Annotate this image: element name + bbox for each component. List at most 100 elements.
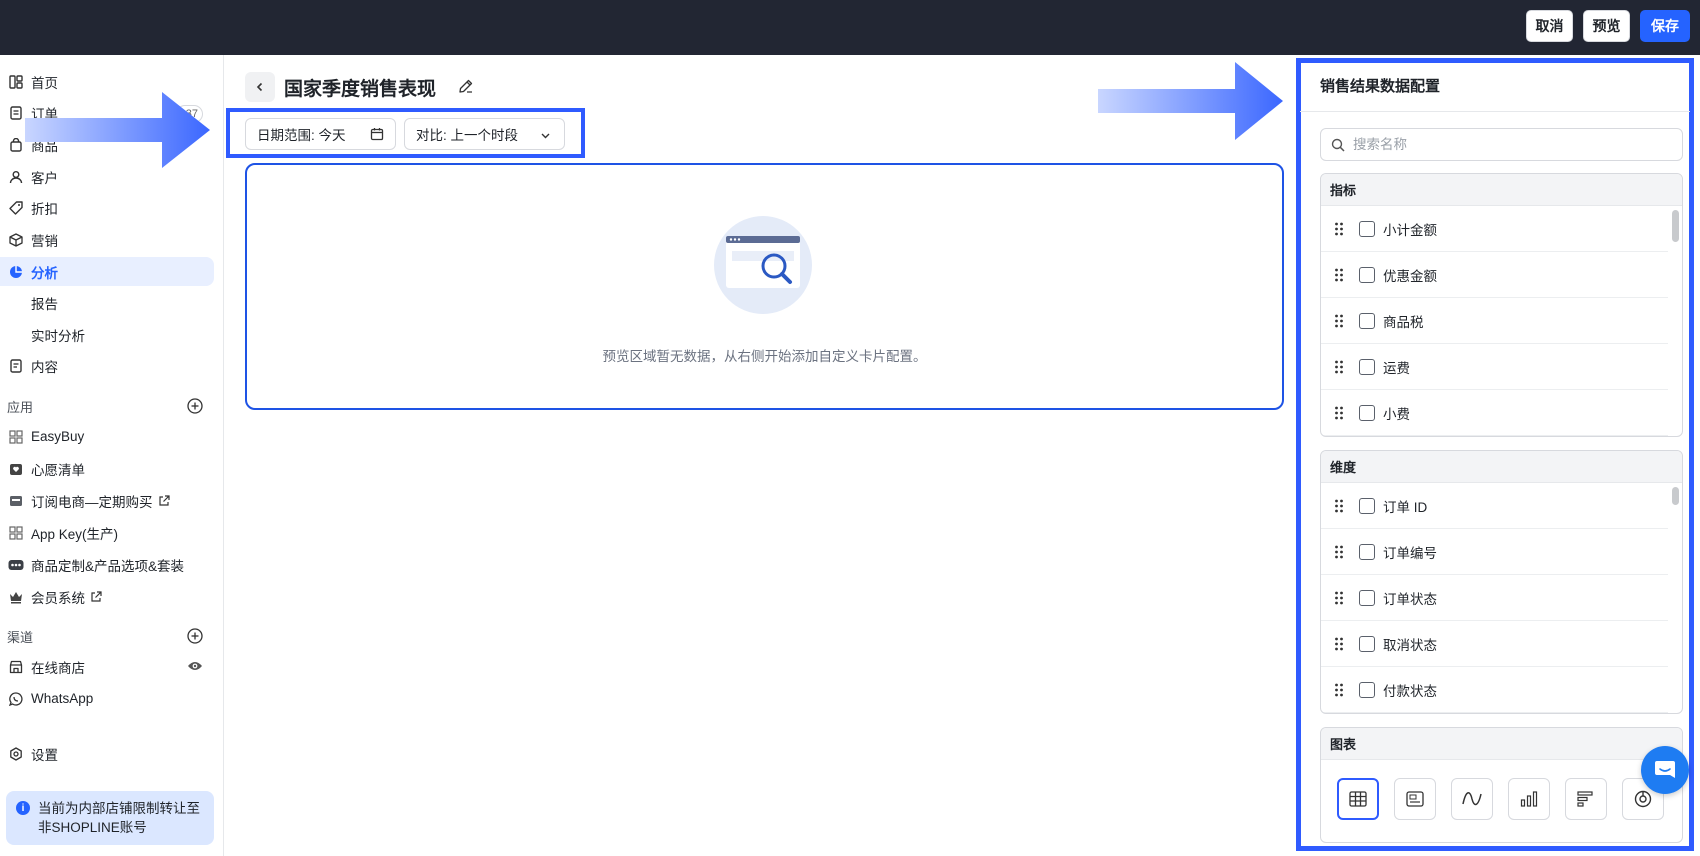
checkbox[interactable] — [1359, 266, 1375, 283]
chart-type-line-chart-button[interactable] — [1451, 778, 1493, 820]
checkbox[interactable] — [1359, 404, 1375, 421]
external-link-icon — [158, 494, 170, 507]
sidebar-item-label: 折扣 — [31, 201, 58, 217]
sidebar-channel-whatsapp[interactable]: WhatsApp — [0, 684, 214, 713]
chart-type-number-card-button[interactable] — [1394, 778, 1436, 820]
checkbox[interactable] — [1359, 358, 1375, 375]
bag-icon — [8, 137, 24, 153]
sidebar-item-label: 内容 — [31, 359, 58, 375]
drag-handle-icon[interactable] — [1334, 268, 1344, 282]
store-icon — [8, 659, 24, 675]
chart-type-horizontal-bar-button[interactable] — [1565, 778, 1607, 820]
sidebar-subitem-realtime[interactable]: 实时分析 — [31, 320, 85, 349]
add-app-button[interactable] — [187, 398, 203, 414]
metric-row[interactable]: 小费 — [1321, 390, 1668, 436]
chevron-down-icon — [540, 129, 551, 144]
search-box[interactable] — [1320, 128, 1683, 161]
chat-icon — [1655, 761, 1675, 778]
drag-handle-icon[interactable] — [1334, 683, 1344, 697]
drag-handle-icon[interactable] — [1334, 360, 1344, 374]
save-button[interactable]: 保存 — [1640, 10, 1690, 42]
metrics-scrollbar[interactable] — [1672, 210, 1679, 242]
metric-label: 优惠金额 — [1383, 268, 1437, 284]
search-input[interactable] — [1353, 137, 1653, 152]
dimension-row[interactable]: 订单编号 — [1321, 529, 1668, 575]
dimension-label: 订单 ID — [1383, 499, 1428, 515]
sidebar-item-label: 首页 — [31, 75, 58, 91]
sidebar-channel-online-store[interactable]: 在线商店 — [0, 652, 214, 681]
plus-circle-icon — [187, 398, 203, 414]
dimension-row[interactable]: 取消状态 — [1321, 621, 1668, 667]
donut-chart-icon — [1634, 790, 1652, 808]
pencil-icon — [459, 79, 473, 93]
drag-handle-icon[interactable] — [1334, 406, 1344, 420]
chat-support-button[interactable] — [1641, 746, 1689, 794]
sidebar-app-easybuy[interactable]: EasyBuy — [0, 422, 214, 451]
checkbox[interactable] — [1359, 543, 1375, 560]
date-range-filter[interactable]: 日期范围: 今天 — [245, 118, 396, 150]
checkbox[interactable] — [1359, 220, 1375, 237]
empty-state-text: 预览区域暂无数据，从右侧开始添加自定义卡片配置。 — [602, 349, 927, 364]
checkbox[interactable] — [1359, 589, 1375, 606]
sidebar-item-label: 商品定制&产品选项&套装 — [31, 558, 185, 574]
sidebar-item-label: 设置 — [31, 747, 58, 763]
add-channel-button[interactable] — [187, 628, 203, 644]
charts-group-title: 图表 — [1321, 728, 1682, 760]
chart-type-table-button[interactable] — [1337, 778, 1379, 820]
metric-row[interactable]: 运费 — [1321, 344, 1668, 390]
checkbox[interactable] — [1359, 681, 1375, 698]
crown-icon — [8, 589, 24, 605]
metric-row[interactable]: 小计金额 — [1321, 206, 1668, 252]
sidebar-item-label: 营销 — [31, 233, 58, 249]
chart-type-bar-chart-button[interactable] — [1508, 778, 1550, 820]
checkbox[interactable] — [1359, 635, 1375, 652]
sidebar-app-customization[interactable]: 商品定制&产品选项&套装 — [0, 550, 214, 579]
metric-row[interactable]: 商品税 — [1321, 298, 1668, 344]
sidebar-app-subscription[interactable]: 订阅电商—定期购买 — [0, 486, 214, 515]
empty-search-illustration — [714, 216, 812, 314]
sidebar-item-label: 分析 — [31, 265, 58, 281]
cancel-button[interactable]: 取消 — [1526, 10, 1573, 42]
sidebar-item-content[interactable]: 内容 — [0, 351, 214, 380]
metric-label: 运费 — [1383, 360, 1410, 376]
sidebar-item-label: App Key(生产) — [31, 526, 119, 542]
metric-label: 小计金额 — [1383, 222, 1437, 238]
metrics-group: 指标 小计金额 优惠金额 商品税 运费 小费 — [1320, 173, 1683, 437]
metric-row[interactable]: 优惠金额 — [1321, 252, 1668, 298]
compare-filter[interactable]: 对比: 上一个时段 — [404, 118, 565, 150]
back-button[interactable] — [245, 72, 275, 102]
sidebar-app-appkey[interactable]: App Key(生产) — [0, 518, 214, 547]
sidebar-subitem-reports[interactable]: 报告 — [31, 288, 58, 317]
sidebar-item-settings[interactable]: 设置 — [0, 739, 214, 768]
subscription-app-icon — [8, 493, 24, 509]
sidebar-item-marketing[interactable]: 营销 — [0, 225, 214, 254]
whatsapp-icon — [8, 691, 24, 707]
sidebar-item-discounts[interactable]: 折扣 — [0, 193, 214, 222]
dimension-row[interactable]: 付款状态 — [1321, 667, 1668, 713]
dimensions-scrollbar[interactable] — [1672, 487, 1679, 505]
sidebar-app-membership[interactable]: 会员系统 — [0, 582, 214, 611]
dimension-row[interactable]: 订单状态 — [1321, 575, 1668, 621]
page-title: 国家季度销售表现 — [284, 79, 437, 100]
checkbox[interactable] — [1359, 497, 1375, 514]
drag-handle-icon[interactable] — [1334, 222, 1344, 236]
dashboard-icon — [8, 74, 24, 90]
drag-handle-icon[interactable] — [1334, 591, 1344, 605]
edit-title-button[interactable] — [458, 78, 474, 94]
sidebar-item-analytics[interactable]: 分析 — [0, 257, 214, 286]
search-icon — [1331, 138, 1345, 152]
drag-handle-icon[interactable] — [1334, 545, 1344, 559]
dimensions-group-title: 维度 — [1321, 451, 1682, 483]
checkbox[interactable] — [1359, 312, 1375, 329]
store-restriction-notice: i 当前为内部店铺限制转让至非SHOPLINE账号 — [6, 791, 214, 845]
sidebar-app-wishlist[interactable]: 心愿清单 — [0, 454, 214, 483]
dimension-row[interactable]: 订单 ID — [1321, 483, 1668, 529]
drag-handle-icon[interactable] — [1334, 499, 1344, 513]
drag-handle-icon[interactable] — [1334, 314, 1344, 328]
view-store-eye-button[interactable] — [187, 659, 203, 673]
drag-handle-icon[interactable] — [1334, 637, 1344, 651]
line-chart-icon — [1462, 792, 1482, 806]
wishlist-app-icon — [8, 461, 24, 477]
preview-button[interactable]: 预览 — [1583, 10, 1630, 42]
date-range-label: 日期范围: 今天 — [257, 128, 346, 143]
